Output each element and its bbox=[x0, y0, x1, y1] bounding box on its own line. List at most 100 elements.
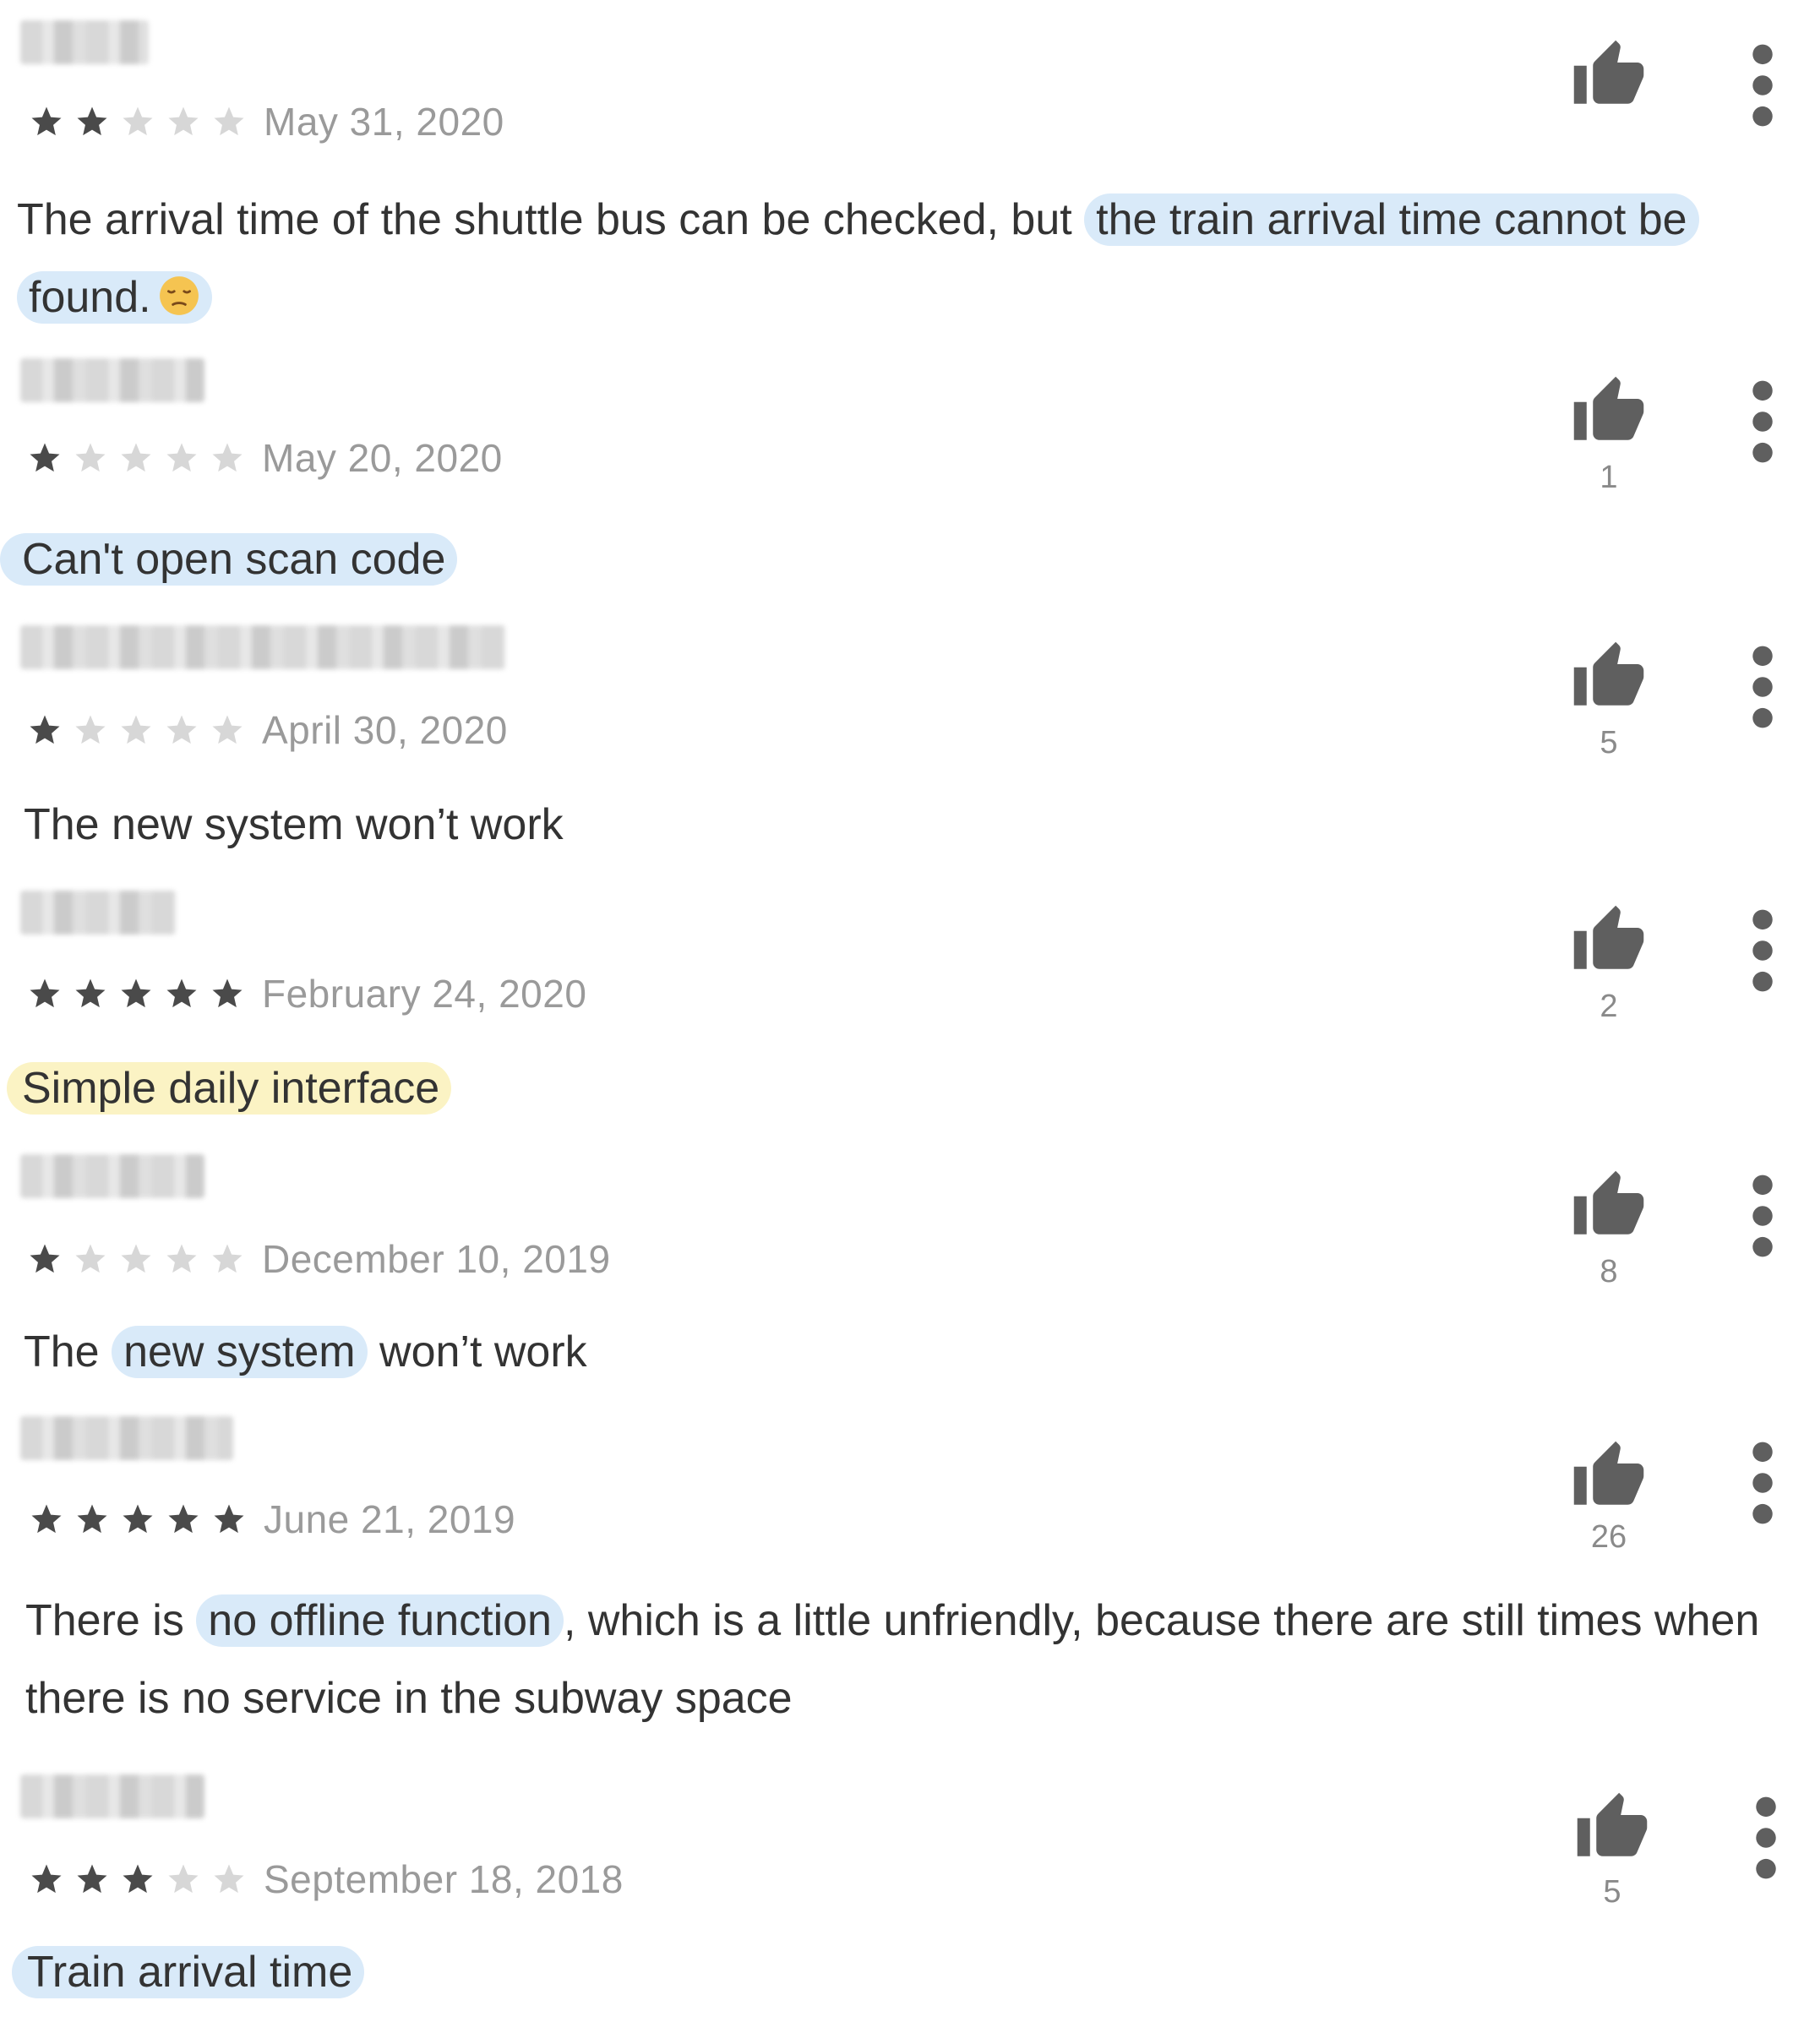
rating-row: February 24, 2020 bbox=[27, 968, 586, 1019]
helpful-count: 26 bbox=[1590, 1519, 1627, 1555]
star-icon bbox=[210, 976, 245, 1011]
star-rating bbox=[29, 104, 257, 139]
star-icon bbox=[120, 104, 155, 139]
star-icon bbox=[164, 1241, 199, 1277]
review-date: June 21, 2019 bbox=[264, 1497, 516, 1541]
star-icon bbox=[164, 440, 199, 476]
star-rating bbox=[29, 1861, 257, 1897]
more-vert-icon[interactable] bbox=[1741, 1169, 1785, 1262]
star-icon bbox=[166, 1502, 201, 1537]
star-icon bbox=[120, 1861, 155, 1897]
star-icon bbox=[120, 1502, 155, 1537]
review-text: The new system won’t work bbox=[24, 786, 1781, 864]
highlighted-phrase-text: found. bbox=[29, 273, 151, 322]
star-icon bbox=[164, 712, 199, 748]
highlighted-phrase: found. bbox=[17, 271, 212, 324]
helpful-count: 5 bbox=[1600, 725, 1618, 760]
review-text-fragment: The bbox=[24, 1327, 112, 1376]
star-rating bbox=[27, 712, 255, 748]
more-vert-icon[interactable] bbox=[1744, 1791, 1788, 1884]
star-icon bbox=[118, 440, 154, 476]
star-rating bbox=[27, 1241, 255, 1277]
rating-row: April 30, 2020 bbox=[27, 705, 508, 755]
review-date: May 31, 2020 bbox=[264, 100, 504, 144]
star-icon bbox=[118, 1241, 154, 1277]
helpful-count: 2 bbox=[1600, 989, 1618, 1024]
more-vert-icon[interactable] bbox=[1741, 1436, 1785, 1529]
star-icon bbox=[211, 1861, 247, 1897]
helpful-count: 1 bbox=[1600, 460, 1618, 495]
star-icon bbox=[210, 1241, 245, 1277]
more-vert-icon[interactable] bbox=[1741, 904, 1785, 997]
thumbs-up-icon[interactable] bbox=[1570, 902, 1648, 978]
author-name-redacted bbox=[20, 1416, 233, 1460]
thumbs-up-icon[interactable] bbox=[1570, 37, 1648, 113]
review-date: May 20, 2020 bbox=[262, 436, 503, 480]
star-icon bbox=[166, 1861, 201, 1897]
star-rating bbox=[27, 440, 255, 476]
review-text-fragment: The arrival time of the shuttle bus can … bbox=[17, 195, 1085, 244]
star-icon bbox=[73, 440, 108, 476]
more-vert-icon[interactable] bbox=[1741, 375, 1785, 468]
thumbs-up-icon[interactable] bbox=[1570, 373, 1648, 450]
highlighted-phrase: Can't open scan code bbox=[0, 533, 458, 586]
review-text-fragment: There is bbox=[25, 1596, 197, 1645]
star-icon bbox=[74, 104, 110, 139]
helpful-count: 5 bbox=[1603, 1874, 1621, 1910]
star-icon bbox=[211, 104, 247, 139]
star-icon bbox=[27, 1241, 63, 1277]
review-date: December 10, 2019 bbox=[262, 1237, 611, 1281]
star-rating bbox=[29, 1502, 257, 1537]
rating-row: May 20, 2020 bbox=[27, 433, 503, 483]
star-icon bbox=[27, 976, 63, 1011]
rating-row: September 18, 2018 bbox=[29, 1854, 624, 1905]
author-name-redacted bbox=[20, 625, 505, 669]
author-name-redacted bbox=[20, 358, 204, 402]
review-text: Can't open scan code bbox=[0, 521, 1758, 598]
review-text-fragment: won’t work bbox=[367, 1327, 587, 1376]
more-vert-icon[interactable] bbox=[1741, 39, 1785, 132]
highlighted-phrase: new system bbox=[112, 1326, 368, 1378]
review-date: April 30, 2020 bbox=[262, 708, 508, 752]
author-name-redacted bbox=[20, 1774, 204, 1818]
thumbs-up-icon[interactable] bbox=[1570, 639, 1648, 715]
review-text: The arrival time of the shuttle bus can … bbox=[17, 181, 1774, 336]
star-icon bbox=[118, 976, 154, 1011]
more-vert-icon[interactable] bbox=[1741, 640, 1785, 733]
star-icon bbox=[74, 1502, 110, 1537]
review-date: February 24, 2020 bbox=[262, 972, 587, 1016]
review-text-plain: The new system won’t work bbox=[24, 800, 564, 849]
author-name-redacted bbox=[20, 1154, 204, 1198]
highlighted-phrase: the train arrival time cannot be bbox=[1084, 193, 1699, 246]
star-icon bbox=[164, 976, 199, 1011]
review-text: The new system won’t work bbox=[24, 1313, 1781, 1391]
star-icon bbox=[73, 976, 108, 1011]
star-icon bbox=[27, 440, 63, 476]
rating-row: May 31, 2020 bbox=[29, 96, 504, 147]
star-icon bbox=[29, 1861, 64, 1897]
rating-row: June 21, 2019 bbox=[29, 1494, 515, 1545]
thumbs-up-icon[interactable] bbox=[1570, 1168, 1648, 1244]
star-icon bbox=[73, 712, 108, 748]
star-icon bbox=[210, 440, 245, 476]
star-icon bbox=[210, 712, 245, 748]
review-text: Train arrival time bbox=[12, 1933, 1769, 2011]
pensive-face-emoji bbox=[158, 275, 200, 317]
star-rating bbox=[27, 976, 255, 1011]
star-icon bbox=[29, 1502, 64, 1537]
star-icon bbox=[211, 1502, 247, 1537]
star-icon bbox=[73, 1241, 108, 1277]
thumbs-up-icon[interactable] bbox=[1573, 1790, 1651, 1866]
star-icon bbox=[27, 712, 63, 748]
helpful-count: 8 bbox=[1600, 1254, 1618, 1289]
highlighted-phrase: Train arrival time bbox=[12, 1946, 365, 1998]
highlighted-phrase: Simple daily interface bbox=[7, 1062, 452, 1115]
star-icon bbox=[29, 104, 64, 139]
review-text: There is no offline function, which is a… bbox=[25, 1582, 1791, 1737]
thumbs-up-icon[interactable] bbox=[1570, 1438, 1648, 1514]
author-name-redacted bbox=[20, 20, 149, 64]
review-date: September 18, 2018 bbox=[264, 1857, 624, 1901]
star-icon bbox=[166, 104, 201, 139]
author-name-redacted bbox=[20, 891, 176, 935]
star-icon bbox=[118, 712, 154, 748]
